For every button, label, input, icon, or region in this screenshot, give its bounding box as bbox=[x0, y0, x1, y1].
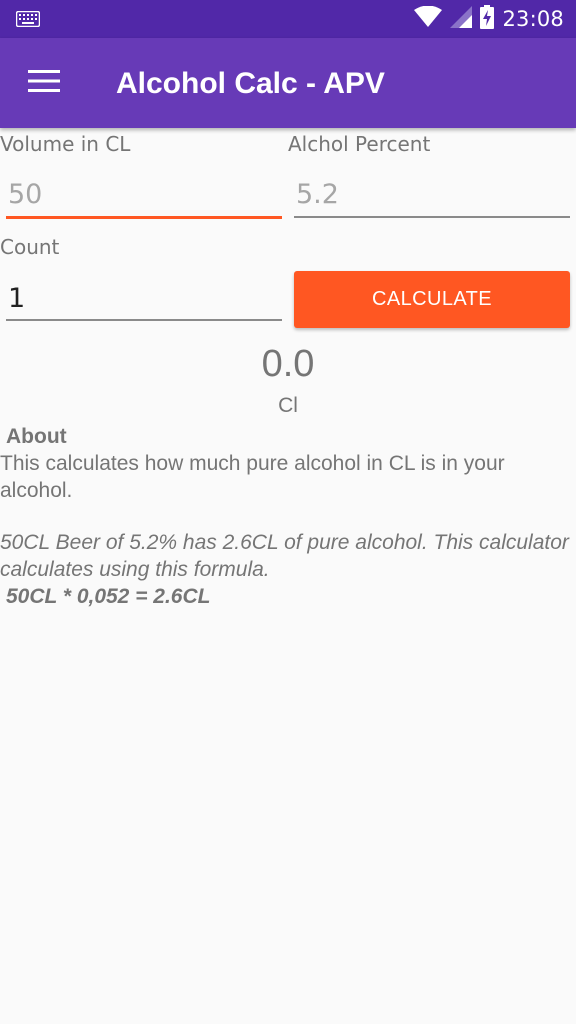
hamburger-menu-icon bbox=[28, 70, 60, 96]
menu-button[interactable] bbox=[22, 63, 66, 103]
app-title: Alcohol Calc - APV bbox=[116, 67, 385, 100]
volume-input[interactable]: 50 bbox=[6, 175, 282, 215]
status-bar: 23:08 bbox=[0, 0, 576, 38]
status-icons: 23:08 bbox=[414, 0, 564, 38]
percent-input[interactable]: 5.2 bbox=[294, 175, 570, 215]
keyboard-icon bbox=[15, 10, 41, 28]
app-bar: Alcohol Calc - APV bbox=[0, 38, 576, 128]
percent-input-underline bbox=[294, 216, 570, 218]
count-input[interactable]: 1 bbox=[6, 279, 282, 319]
percent-label: Alchol Percent bbox=[288, 132, 431, 156]
cell-signal-icon bbox=[450, 6, 473, 32]
about-formula: 50CL * 0,052 = 2.6CL bbox=[6, 585, 211, 608]
volume-label: Volume in CL bbox=[0, 132, 131, 156]
battery-charging-icon bbox=[480, 5, 495, 33]
about-section: About This calculates how much pure alco… bbox=[0, 423, 572, 610]
result-unit: Cl bbox=[278, 394, 298, 417]
calculate-button[interactable]: CALCULATE bbox=[294, 271, 570, 328]
about-example: 50CL Beer of 5.2% has 2.6CL of pure alco… bbox=[0, 531, 569, 581]
result-value: 0.0 bbox=[261, 343, 315, 385]
count-label: Count bbox=[0, 235, 60, 259]
volume-input-underline bbox=[6, 216, 282, 219]
about-text: This calculates how much pure alcohol in… bbox=[0, 452, 505, 502]
count-input-underline bbox=[6, 319, 282, 321]
status-time: 23:08 bbox=[502, 7, 564, 31]
about-heading: About bbox=[6, 425, 67, 448]
wifi-icon bbox=[414, 5, 443, 32]
